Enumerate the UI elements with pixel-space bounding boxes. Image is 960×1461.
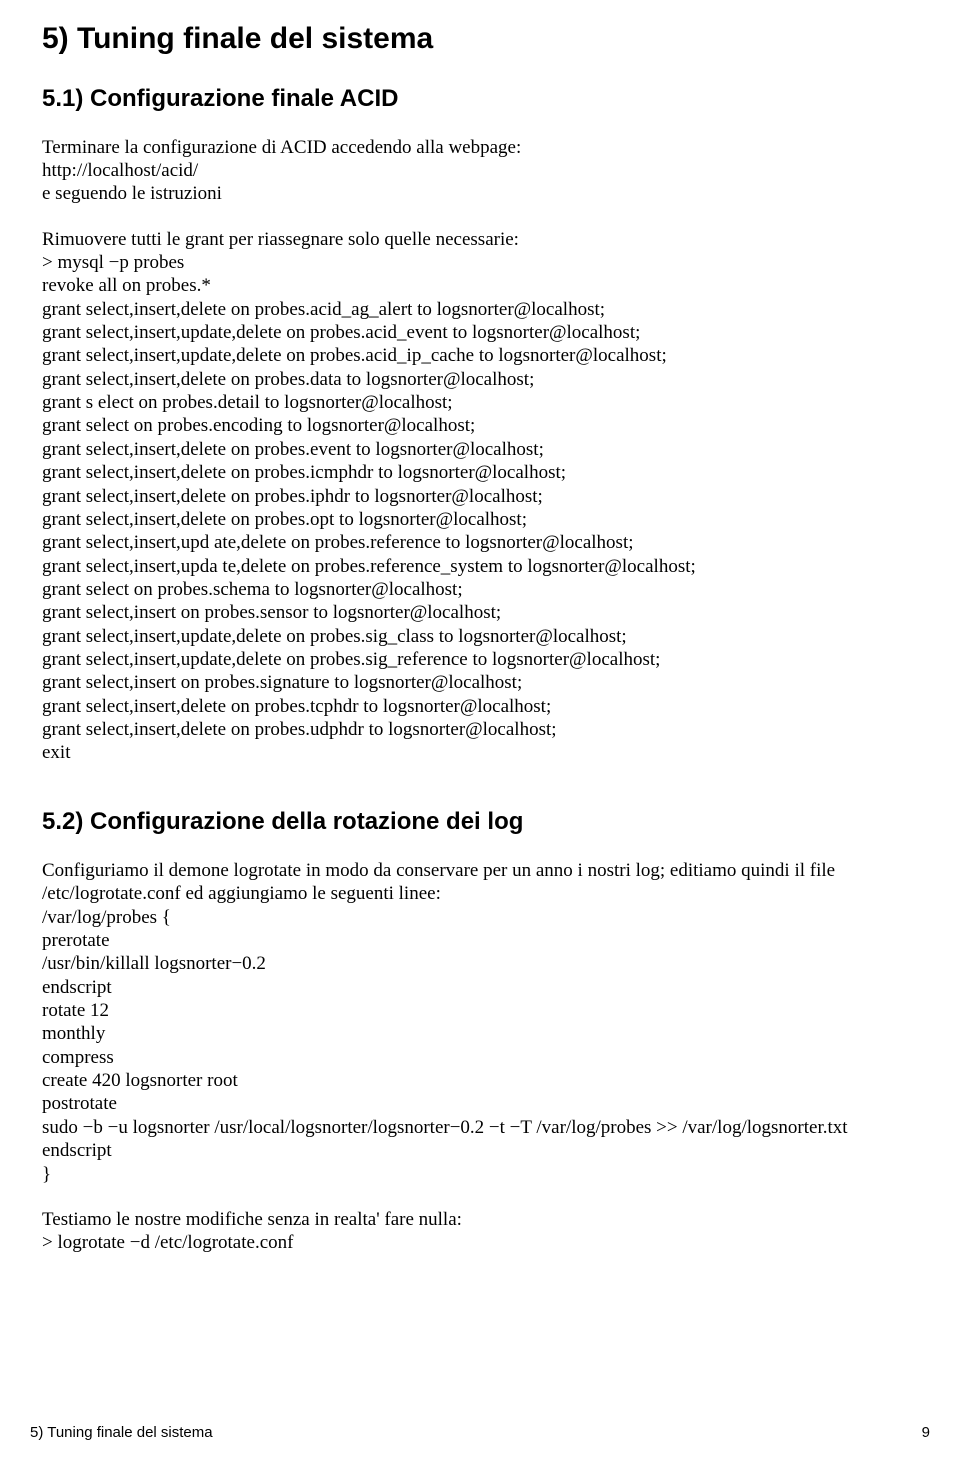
paragraph-logrotate-test: Testiamo le nostre modifiche senza in re… [42, 1208, 918, 1255]
heading-h1: 5) Tuning finale del sistema [42, 20, 918, 58]
heading-h2-logrotate: 5.2) Configurazione della rotazione dei … [42, 807, 918, 837]
page: 5) Tuning finale del sistema 5.1) Config… [0, 0, 960, 1461]
page-footer: 5) Tuning finale del sistema 9 [30, 1424, 930, 1441]
paragraph-sql-grants: Rimuovere tutti le grant per riassegnare… [42, 228, 918, 765]
paragraph-logrotate-config: Configuriamo il demone logrotate in modo… [42, 859, 918, 1186]
footer-left: 5) Tuning finale del sistema [30, 1424, 213, 1441]
heading-h2-acid: 5.1) Configurazione finale ACID [42, 84, 918, 114]
footer-page-number: 9 [922, 1424, 930, 1441]
paragraph-intro-acid: Terminare la configurazione di ACID acce… [42, 136, 918, 206]
